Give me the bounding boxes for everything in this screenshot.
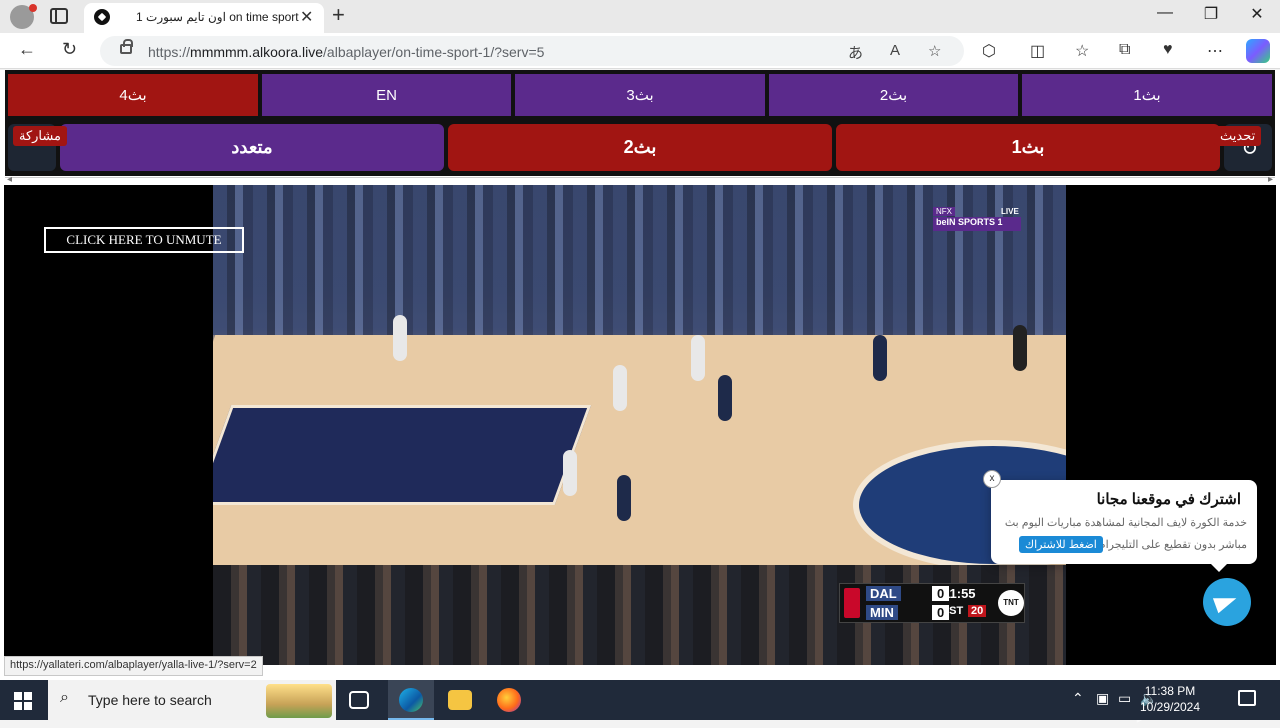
promo-title: اشترك في موقعنا مجانا (1096, 491, 1241, 508)
court-paint-image (213, 405, 592, 505)
promo-text: خدمة الكورة لايف المجانية لمشاهدة مباريا… (1004, 517, 1247, 529)
promo-close-button[interactable]: x (983, 470, 1001, 488)
back-arrow-icon[interactable]: ← (18, 39, 36, 60)
search-highlight-image (266, 684, 332, 718)
period: 1ST (943, 605, 964, 617)
address-bar[interactable]: https://mmmmm.alkoora.live/albaplayer/on… (100, 36, 964, 66)
favorite-star-icon[interactable]: ☆ (928, 42, 941, 60)
firefox-icon[interactable] (497, 688, 521, 712)
source-multi-button[interactable]: متعدد (60, 124, 444, 171)
tray-overflow-icon[interactable]: ⌃ (1072, 690, 1084, 707)
server-tabs: بث4 EN بث3 بث2 بث1 (5, 70, 1275, 120)
browser-tab[interactable]: اون تايم سبورت 1 on time sport ✕ (84, 3, 324, 33)
lock-icon[interactable] (120, 39, 133, 54)
status-bar-url: https://yallateri.com/albaplayer/yalla-l… (4, 656, 263, 676)
video-player[interactable]: NFX LIVE beIN SPORTS 1 DAL 0 MIN 0 11:55… (4, 185, 1276, 665)
extensions-icon[interactable]: ⬡ (982, 41, 996, 61)
athlete-figure (617, 475, 631, 521)
athlete-figure (563, 450, 577, 496)
athlete-figure (873, 335, 887, 381)
search-icon: ⌕ (60, 689, 69, 706)
scorebug: DAL 0 MIN 0 11:55 1ST 20 TNT (839, 583, 1025, 623)
referee-figure (1013, 325, 1027, 371)
minimize-button[interactable]: — (1150, 4, 1180, 22)
refresh-icon[interactable]: ↻ (62, 39, 77, 60)
athlete-figure (393, 315, 407, 361)
taskbar-search-box[interactable]: ⌕ Type here to search (48, 680, 336, 720)
video-frame[interactable]: NFX LIVE beIN SPORTS 1 DAL 0 MIN 0 11:55… (213, 185, 1066, 665)
shot-clock: 20 (968, 605, 987, 617)
server-tab-en[interactable]: EN (262, 74, 511, 116)
tnt-sports-logo-icon: TNT (998, 590, 1024, 616)
windows-taskbar: ⌕ Type here to search ⌃ ▣ ▭ 🔈 11:38 PM 1… (0, 680, 1280, 720)
source-2-button[interactable]: بث2 (448, 124, 832, 171)
new-tab-button[interactable]: + (332, 2, 345, 28)
subscribe-button[interactable]: اضغط للاشتراك (1019, 536, 1103, 553)
server-tab-2[interactable]: بث2 (769, 74, 1018, 116)
collections-icon[interactable]: ⧉ (1119, 41, 1130, 59)
notifications-icon[interactable] (1238, 690, 1256, 706)
taskbar-clock[interactable]: 11:38 PM 10/29/2024 (1130, 683, 1210, 715)
tray-device-icon[interactable]: ▣ (1096, 690, 1109, 707)
source-1-button[interactable]: بث1 (836, 124, 1220, 171)
horizontal-scrollbar[interactable] (5, 174, 1275, 185)
performance-icon[interactable]: ♥ (1163, 41, 1173, 59)
server-tab-1[interactable]: بث1 (1022, 74, 1272, 116)
copilot-icon[interactable] (1246, 39, 1270, 63)
tab-strip: اون تايم سبورت 1 on time sport ✕ + — ❐ ✕ (0, 0, 1280, 33)
task-view-icon[interactable] (349, 691, 369, 709)
share-badge[interactable]: مشاركة (13, 126, 67, 146)
athlete-figure (718, 375, 732, 421)
profile-avatar-icon[interactable] (10, 4, 37, 29)
more-icon[interactable]: ⋯ (1207, 41, 1223, 61)
start-windows-icon[interactable] (14, 692, 32, 710)
telegram-promo-popup: x اشترك في موقعنا مجانا خدمة الكورة لايف… (983, 470, 1257, 572)
tab-actions-icon[interactable] (50, 8, 68, 24)
telegram-icon[interactable] (1203, 578, 1251, 626)
game-clock: 11:55 (943, 586, 976, 601)
server-tab-4[interactable]: بث4 (8, 74, 258, 116)
source-buttons: متعدد بث2 بث1 ↻ (5, 120, 1275, 176)
athlete-figure (613, 365, 627, 411)
unmute-button[interactable]: CLICK HERE TO UNMUTE (44, 227, 244, 253)
read-aloud-icon[interactable]: A (890, 42, 900, 59)
browser-toolbar: ← ↻ https://mmmmm.alkoora.live/albaplaye… (0, 33, 1280, 69)
refresh-badge[interactable]: تحديث (1214, 126, 1262, 146)
close-window-button[interactable]: ✕ (1242, 4, 1272, 24)
translate-icon[interactable]: あ (848, 42, 863, 63)
favorites-icon[interactable]: ☆ (1075, 41, 1089, 61)
server-tab-3[interactable]: بث3 (515, 74, 765, 116)
split-screen-icon[interactable]: ◫ (1030, 41, 1045, 61)
tab-title: اون تايم سبورت 1 on time sport (136, 10, 299, 24)
network-logo: NFX LIVE beIN SPORTS 1 (933, 207, 1023, 233)
url-text[interactable]: https://mmmmm.alkoora.live/albaplayer/on… (148, 44, 544, 60)
web-page: بث4 EN بث3 بث2 بث1 متعدد بث2 بث1 ↻ مشارك… (0, 70, 1280, 727)
file-explorer-icon[interactable] (448, 690, 472, 710)
soccer-ball-favicon-icon (94, 9, 110, 25)
promo-text: مباشر بدون تقطيع على التليجرام (1098, 539, 1247, 551)
tab-close-icon[interactable]: ✕ (300, 7, 313, 27)
maximize-button[interactable]: ❐ (1196, 4, 1226, 24)
athlete-figure (691, 335, 705, 381)
edge-browser-icon[interactable] (399, 688, 423, 712)
nba-logo-icon (844, 588, 860, 618)
